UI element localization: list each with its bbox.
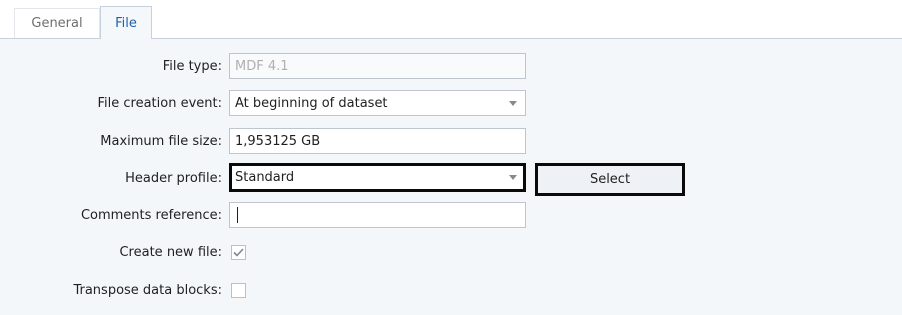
tab-file[interactable]: File [100,6,152,39]
create-new-file-checkbox[interactable] [231,245,246,260]
header-profile-label: Header profile: [125,171,222,186]
file-settings-panel: File type: MDF 4.1 File creation event: … [0,39,902,315]
file-type-field: MDF 4.1 [229,53,526,79]
text-cursor [237,207,238,223]
transpose-data-blocks-label: Transpose data blocks: [73,283,222,298]
file-type-value: MDF 4.1 [235,58,289,74]
create-new-file-label: Create new file: [119,245,222,260]
header-profile-value: Standard [235,170,295,185]
transpose-data-blocks-checkbox[interactable] [231,283,246,298]
chevron-down-icon[interactable] [509,175,517,180]
file-creation-event-dropdown[interactable]: At beginning of dataset [229,90,526,116]
comments-reference-input[interactable] [229,202,526,228]
tab-general[interactable]: General [14,8,100,38]
max-file-size-label: Maximum file size: [100,134,222,149]
file-creation-event-label: File creation event: [97,96,223,111]
file-settings-dialog: General File File type: MDF 4.1 File cre… [0,0,902,315]
checkmark-icon [233,248,244,257]
file-creation-event-value: At beginning of dataset [235,95,388,111]
file-type-label: File type: [162,59,222,74]
chevron-down-icon[interactable] [509,100,517,106]
select-button[interactable]: Select [535,163,685,196]
tab-strip: General File [0,0,902,39]
header-profile-dropdown[interactable]: Standard [229,163,526,192]
max-file-size-value: 1,953125 GB [235,133,321,149]
comments-reference-label: Comments reference: [80,208,222,223]
max-file-size-input[interactable]: 1,953125 GB [229,128,526,154]
